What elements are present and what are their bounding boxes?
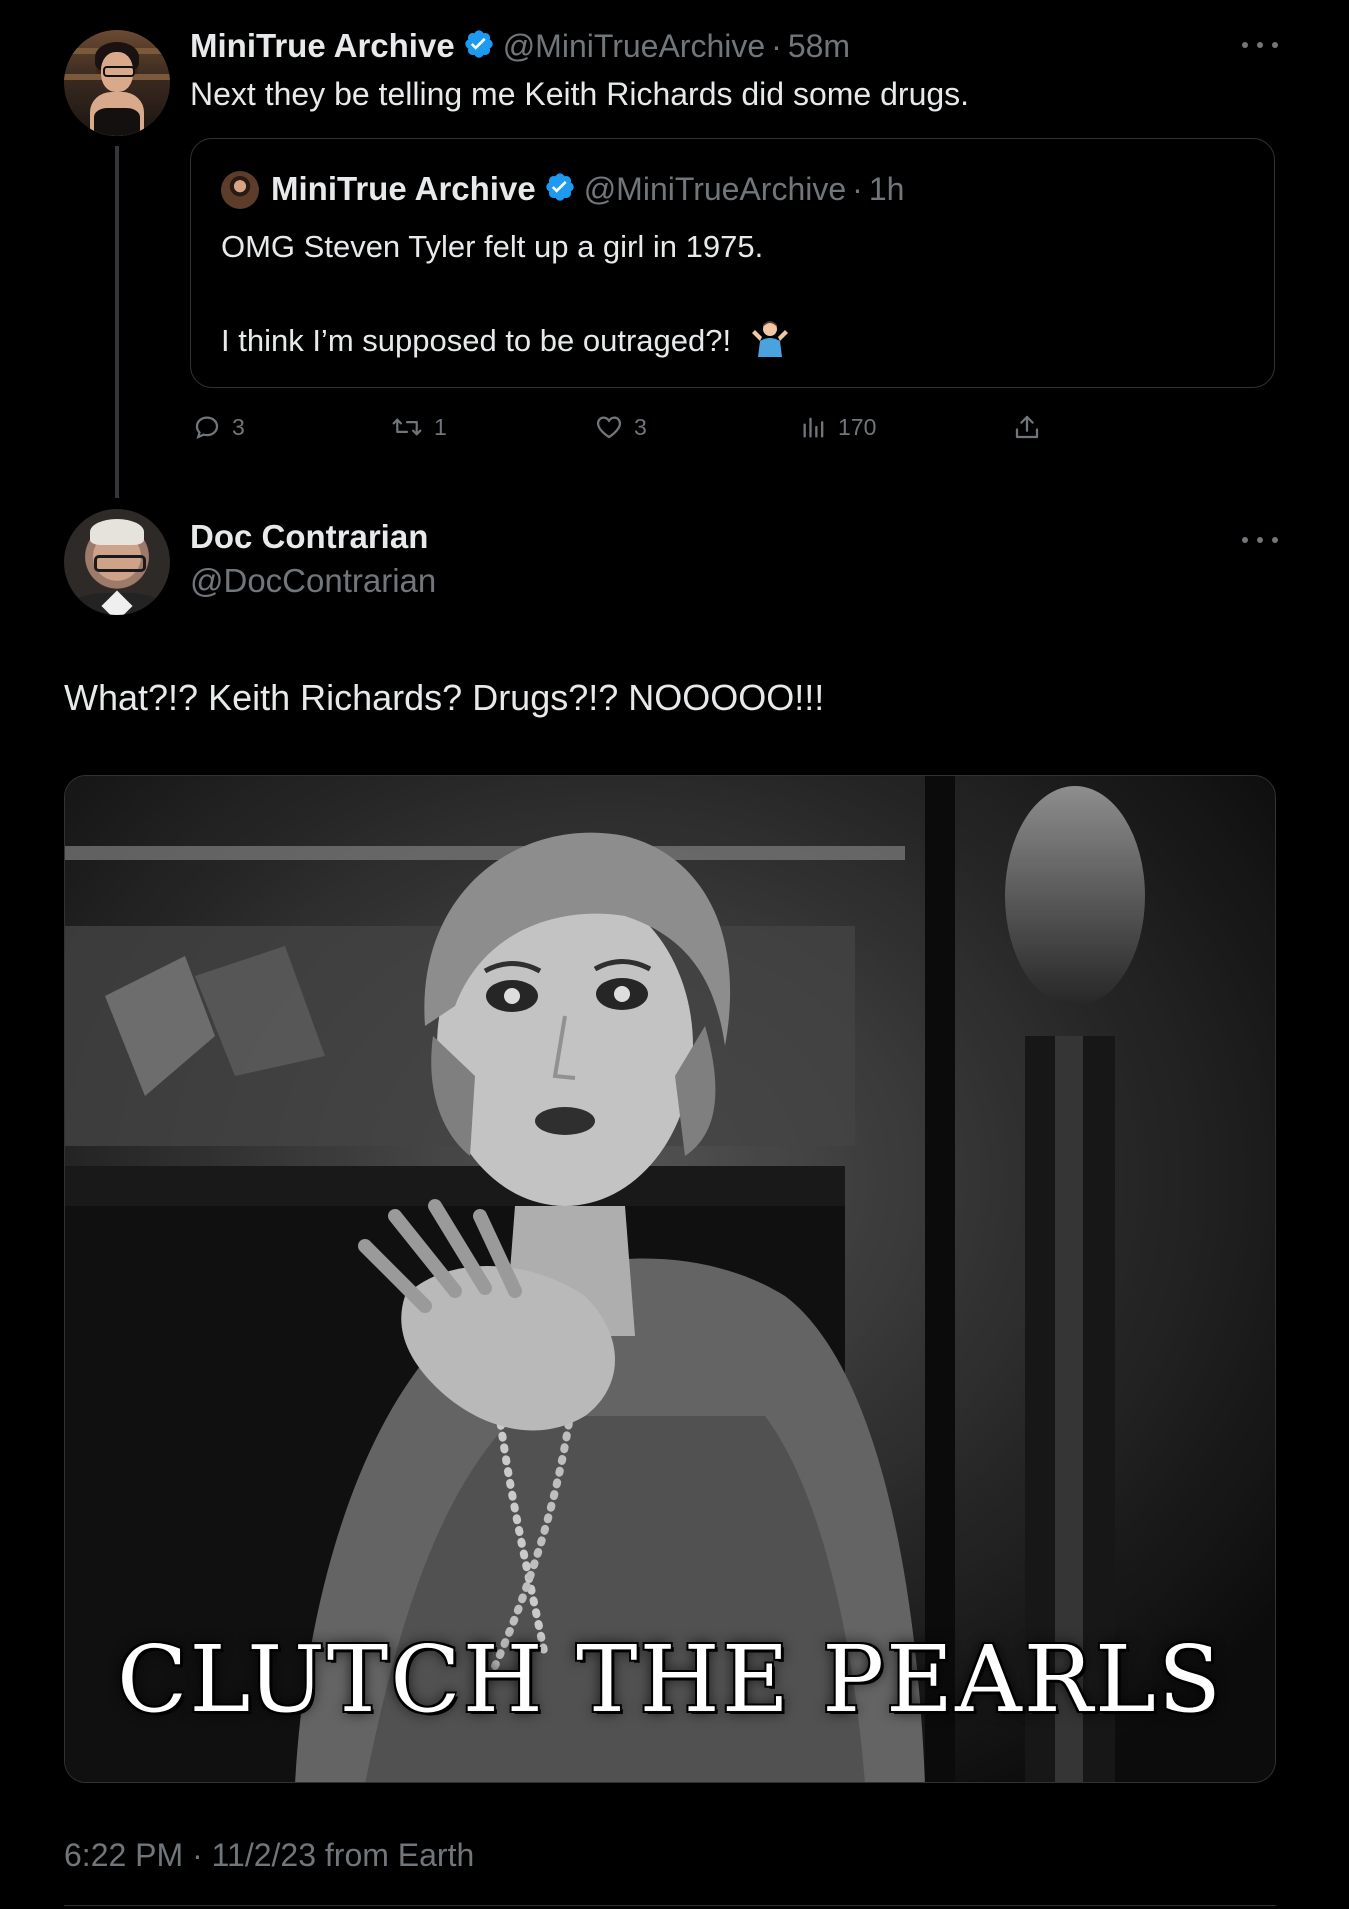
views-button[interactable]: 170 (800, 412, 876, 442)
more-horizontal-icon[interactable] (1242, 535, 1278, 545)
like-button[interactable]: 3 (594, 412, 647, 442)
quoted-tweet-time: 1h (868, 170, 905, 207)
views-chart-icon (800, 412, 828, 442)
quoted-author-avatar (221, 171, 259, 209)
parent-tweet-text: Next they be telling me Keith Richards d… (190, 76, 970, 112)
person-shrugging-emoji (750, 319, 790, 367)
quoted-tweet-line-2-wrap: I think I’m supposed to be outraged?! (221, 319, 790, 367)
verified-badge-icon[interactable] (463, 28, 495, 65)
more-horizontal-icon[interactable] (1242, 40, 1278, 50)
parent-tweet-header: MiniTrue Archive @MiniTrueArchive · 58m (190, 24, 850, 68)
dot-separator: · (852, 170, 863, 207)
heart-icon (594, 412, 624, 442)
quoted-tweet-card[interactable]: MiniTrue Archive @MiniTrueArchive · 1h O… (190, 138, 1275, 388)
dot-separator: · (771, 27, 782, 64)
reply-author-handle[interactable]: @DocContrarian (190, 562, 436, 600)
reply-tweet-text: What?!? Keith Richards? Drugs?!? NOOOOO!… (64, 677, 825, 718)
quoted-tweet-line-1: OMG Steven Tyler felt up a girl in 1975. (221, 229, 764, 264)
reply-author-avatar[interactable] (64, 509, 170, 615)
reply-timestamp[interactable]: 6:22 PM · 11/2/23 from Earth (64, 1837, 474, 1874)
quoted-tweet-header: MiniTrue Archive @MiniTrueArchive · 1h (271, 167, 904, 211)
repost-icon (390, 412, 424, 442)
avatar-hair (90, 519, 144, 545)
author-handle[interactable]: @MiniTrueArchive (503, 28, 765, 65)
share-button[interactable] (1012, 412, 1042, 442)
tweet-time[interactable]: 58m (788, 28, 850, 65)
media-caption: CLUTCH THE PEARLS (116, 1626, 1224, 1733)
verified-badge-icon (544, 171, 576, 208)
reply-bubble-icon (192, 412, 222, 442)
reply-count: 3 (232, 413, 245, 440)
author-avatar[interactable] (64, 30, 170, 136)
repost-button[interactable]: 1 (390, 412, 447, 442)
quoted-author-name: MiniTrue Archive (271, 170, 536, 207)
quoted-author-handle: @MiniTrueArchive (583, 170, 847, 207)
share-upload-icon (1012, 412, 1042, 442)
avatar-glasses (94, 555, 146, 572)
quoted-tweet-line-2: I think I’m supposed to be outraged?! (221, 323, 732, 358)
like-count: 3 (634, 413, 647, 440)
thread-connector-line (115, 146, 119, 498)
avatar-clothing (94, 108, 140, 136)
reply-button[interactable]: 3 (192, 412, 245, 442)
reply-author-name[interactable]: Doc Contrarian (190, 518, 428, 556)
author-name[interactable]: MiniTrue Archive (190, 27, 455, 65)
repost-count: 1 (434, 413, 447, 440)
divider (64, 1905, 1276, 1906)
avatar-glasses (103, 66, 135, 77)
views-count: 170 (838, 413, 877, 440)
reply-media-image[interactable]: CLUTCH THE PEARLS (64, 775, 1276, 1783)
